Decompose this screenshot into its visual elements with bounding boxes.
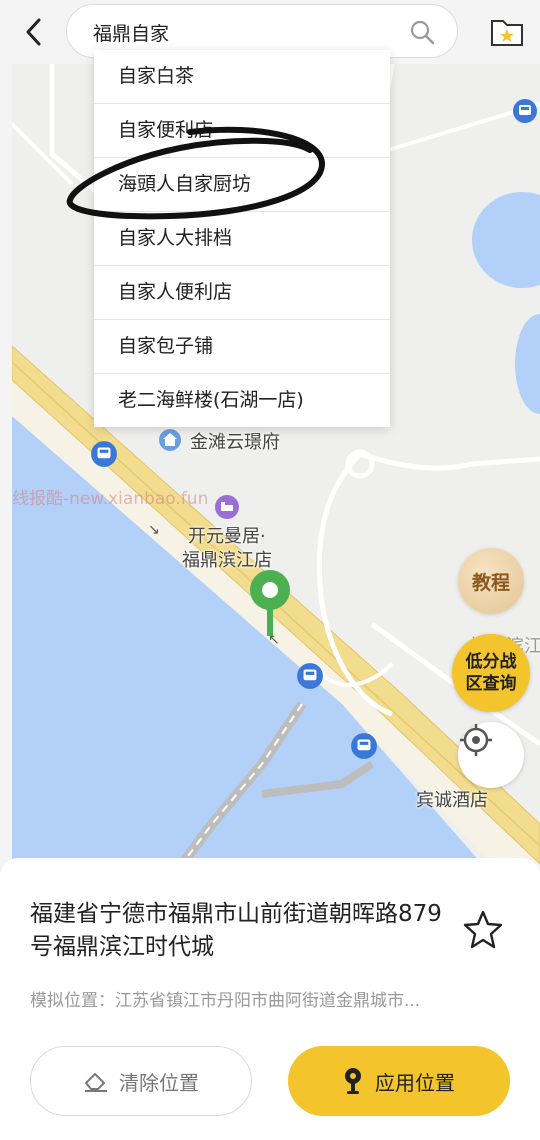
location-pin-icon [250,570,290,636]
search-suggestions-dropdown: 自家白茶 自家便利店 海頭人自家厨坊 自家人大排档 自家人便利店 自家包子铺 老… [94,50,390,427]
search-input[interactable] [93,17,393,47]
low-risk-label-line1: 低分战 [465,652,517,672]
location-panel: 福建省宁德市福鼎市山前街道朝晖路879号福鼎滨江时代城 模拟位置：江苏省镇江市丹… [0,858,540,1140]
poi-label-jintan[interactable]: 金滩云璟府 [190,428,280,454]
suggestion-item[interactable]: 海頭人自家厨坊 [94,158,390,212]
suggestion-item[interactable]: 老二海鲜楼(石湖一店) [94,374,390,427]
search-icon[interactable] [409,19,435,45]
tutorial-button[interactable]: 教程 [458,548,524,614]
low-risk-label-line2: 区查询 [465,674,517,694]
favorite-folder-icon[interactable] [488,12,526,50]
bus-stop-icon [513,99,537,123]
watermark: 线报酷-new.xianbao.fun [12,489,209,509]
map-pin-icon [345,1068,361,1094]
suggestion-item[interactable]: 自家人大排档 [94,212,390,266]
svg-text:↘: ↘ [148,522,160,538]
simulated-location: 模拟位置：江苏省镇江市丹阳市曲阿街道金鼎城市... [30,991,421,1011]
back-arrow-icon [26,18,41,46]
clear-location-button[interactable]: 清除位置 [30,1046,252,1116]
poi-label-bincheng[interactable]: 宾诚酒店 [416,786,488,812]
apply-location-label: 应用位置 [375,1070,455,1095]
suggestion-item[interactable]: 自家便利店 [94,104,390,158]
hotel-icon [215,495,239,519]
eraser-icon [85,1073,107,1092]
locate-target-icon [460,724,492,756]
star-icon[interactable] [462,908,504,950]
bus-stop-icon [297,663,323,689]
bus-stop-icon [351,733,377,759]
low-risk-area-query-button[interactable]: 低分战 区查询 [452,634,530,712]
suggestion-item[interactable]: 自家白茶 [94,50,390,104]
poi-label-hotel-1[interactable]: 开元曼居· [188,522,266,548]
suggestion-item[interactable]: 自家包子铺 [94,320,390,374]
suggestion-item[interactable]: 自家人便利店 [94,266,390,320]
residence-icon [159,429,181,451]
bus-stop-icon [91,441,117,467]
apply-location-button[interactable]: 应用位置 [288,1046,510,1116]
clear-location-label: 清除位置 [119,1070,199,1095]
locate-button[interactable] [458,722,524,788]
selected-address: 福建省宁德市福鼎市山前街道朝晖路879号福鼎滨江时代城 [30,901,442,960]
back-button[interactable] [14,12,54,52]
